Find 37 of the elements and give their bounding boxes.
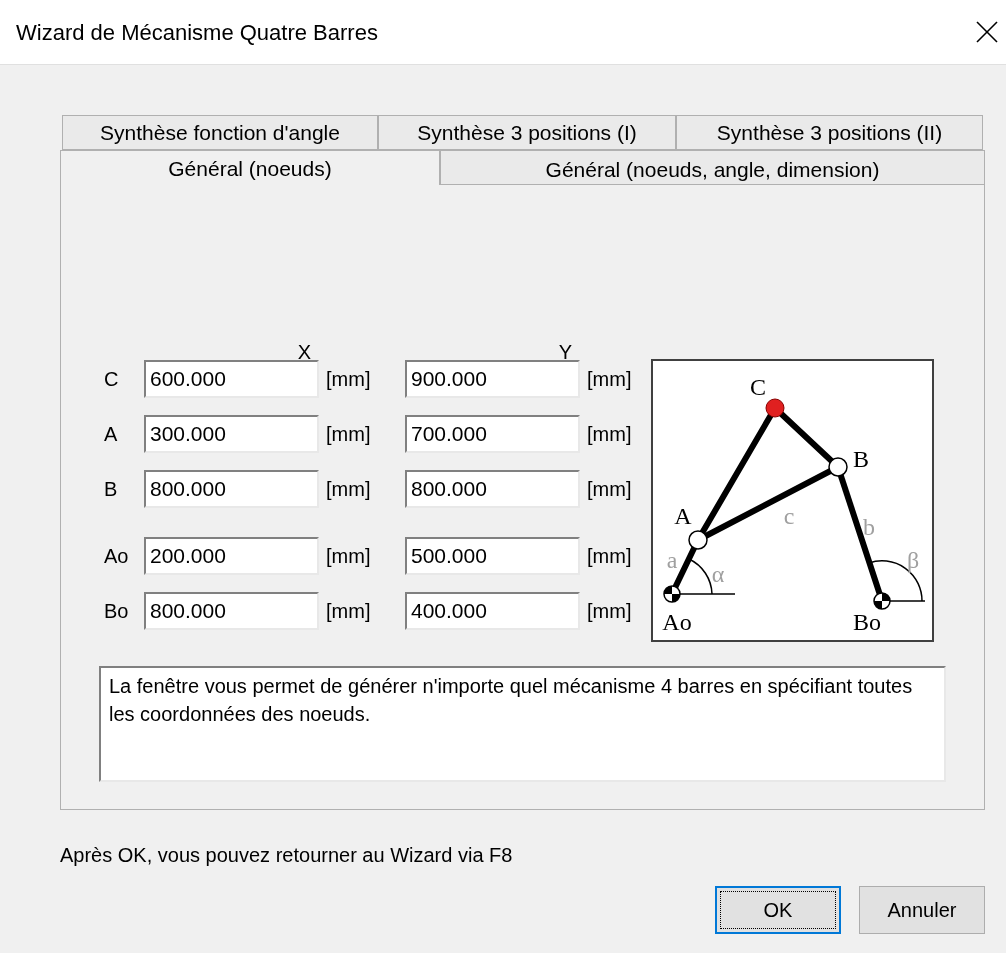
tab[interactable]: Synthèse 3 positions (II)	[676, 115, 983, 150]
x-coordinate-field[interactable]: 800.000	[144, 592, 319, 630]
y-coordinate-field[interactable]: 500.000	[405, 537, 580, 575]
tab[interactable]: Général (noeuds)	[60, 150, 440, 185]
x-coordinate-field[interactable]: 200.000	[144, 537, 319, 575]
x-coordinate-field[interactable]: 600.000	[144, 360, 319, 398]
unit-label: [mm]	[325, 367, 372, 392]
y-coordinate-field[interactable]: 700.000	[405, 415, 580, 453]
y-coordinate-field[interactable]: 900.000	[405, 360, 580, 398]
dialog-button[interactable]: Annuler	[859, 886, 985, 934]
node-label: Ao	[103, 544, 130, 569]
tab[interactable]: Général (noeuds, angle, dimension)	[440, 150, 985, 185]
unit-label: [mm]	[325, 544, 372, 569]
x-coordinate-field[interactable]: 300.000	[144, 415, 319, 453]
unit-label: [mm]	[325, 477, 372, 502]
node-label: C	[103, 367, 120, 392]
unit-label: [mm]	[586, 477, 632, 502]
y-coordinate-field[interactable]: 800.000	[405, 470, 580, 508]
unit-label: [mm]	[586, 599, 632, 624]
node-label: A	[103, 422, 119, 447]
description-text: La fenêtre vous permet de générer n'importe quel mécanisme 4 barres en spécifiant toutes les coordonnées des noeuds.	[99, 666, 946, 782]
unit-label: [mm]	[586, 367, 632, 392]
four-bar-linkage-drawing: C B A c b a α β Ao Bo	[651, 359, 935, 642]
dialog-button[interactable]: OK	[715, 886, 841, 934]
unit-label: [mm]	[586, 422, 632, 447]
tab[interactable]: Synthèse fonction d'angle	[62, 115, 378, 150]
tab[interactable]: Synthèse 3 positions (I)	[378, 115, 676, 150]
footer-note: Après OK, vous pouvez retourner au Wizard via F8	[60, 844, 513, 866]
close-icon[interactable]	[976, 21, 998, 43]
unit-label: [mm]	[325, 422, 372, 447]
unit-label: [mm]	[325, 599, 372, 624]
window-title: Wizard de Mécanisme Quatre Barres	[16, 18, 378, 47]
unit-label: [mm]	[586, 544, 632, 569]
node-label: Bo	[103, 599, 130, 624]
node-label: B	[103, 477, 119, 502]
y-coordinate-field[interactable]: 400.000	[405, 592, 580, 630]
x-coordinate-field[interactable]: 800.000	[144, 470, 319, 508]
